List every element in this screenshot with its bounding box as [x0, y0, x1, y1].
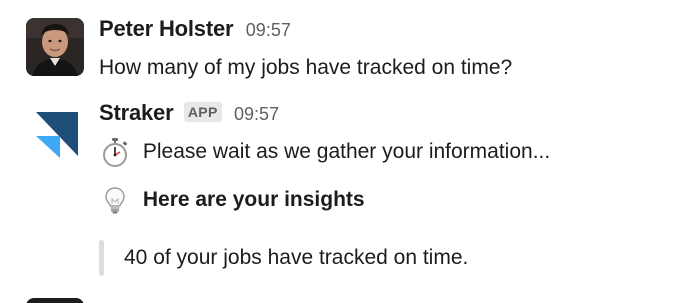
- insights-heading: Here are your insights: [142, 188, 365, 211]
- avatar[interactable]: [26, 18, 84, 76]
- sender-name[interactable]: Peter Holster: [99, 16, 234, 41]
- timestamp[interactable]: 09:57: [234, 104, 279, 124]
- lightbulb-icon: [99, 184, 131, 216]
- sender-name[interactable]: Straker: [99, 100, 174, 125]
- wait-text: Please wait as we gather your informatio…: [142, 140, 551, 163]
- message-text: How many of my jobs have tracked on time…: [99, 56, 513, 79]
- message-header: Peter Holster 09:57: [99, 16, 291, 42]
- insights-heading-line: Here are your insights: [99, 184, 365, 216]
- message-peter: Peter Holster 09:57 How many of my jobs …: [0, 0, 688, 90]
- message-straker: Straker APP 09:57 Please wait as we gath…: [0, 90, 688, 303]
- timestamp[interactable]: 09:57: [246, 20, 291, 40]
- message-header: Straker APP 09:57: [99, 100, 279, 126]
- avatar[interactable]: [26, 298, 84, 303]
- insight-text: 40 of your jobs have tracked on time.: [124, 246, 469, 269]
- status-line: Please wait as we gather your informatio…: [99, 136, 550, 168]
- straker-logo-icon[interactable]: [26, 100, 84, 158]
- stopwatch-icon: [99, 136, 131, 168]
- quote-bar: [99, 240, 104, 276]
- app-badge: APP: [183, 102, 222, 122]
